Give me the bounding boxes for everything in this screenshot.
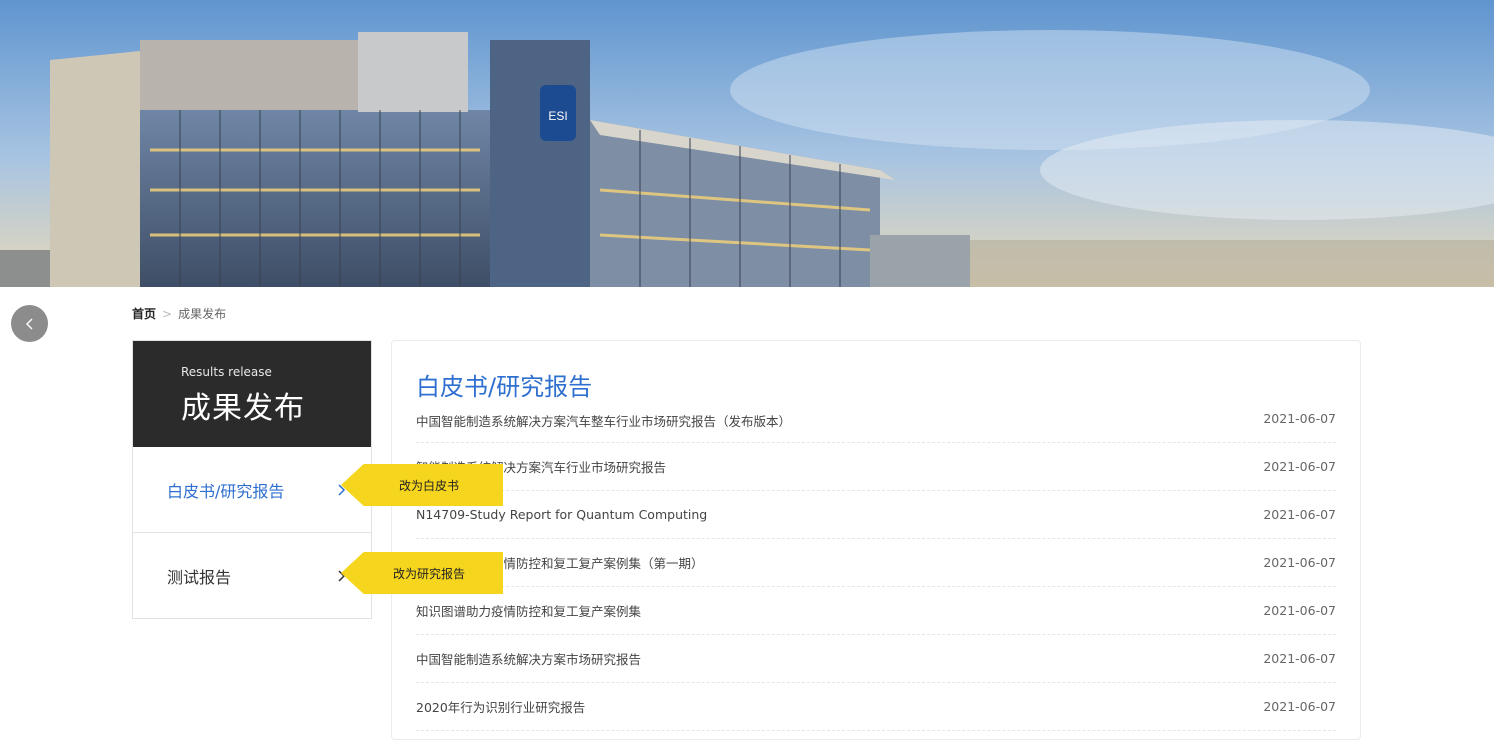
article-date: 2021-06-07 — [1263, 411, 1336, 426]
article-date: 2021-06-07 — [1263, 603, 1336, 618]
list-item[interactable]: 中国智能制造系统解决方案汽车整车行业市场研究报告（发布版本） 2021-06-0… — [416, 411, 1336, 443]
breadcrumb-home-link[interactable]: 首页 — [132, 305, 156, 322]
sidebar-item-label: 测试报告 — [167, 567, 232, 587]
chevron-left-icon — [25, 318, 32, 329]
header-banner-image: ESI — [0, 0, 1494, 287]
sidebar-title-en: Results release — [181, 365, 272, 379]
sidebar-item-whitepaper[interactable]: 白皮书/研究报告 — [133, 447, 371, 533]
sidebar-header: Results release 成果发布 — [133, 341, 371, 447]
article-date: 2021-06-07 — [1263, 651, 1336, 666]
sidebar-title-cn: 成果发布 — [181, 391, 305, 426]
article-title-link[interactable]: N14709-Study Report for Quantum Computin… — [416, 507, 707, 522]
annotation-tooltip: 改为研究报告 — [341, 552, 503, 594]
sidebar-item-test-report[interactable]: 测试报告 — [133, 533, 371, 619]
sidebar-item-label: 白皮书/研究报告 — [167, 481, 285, 501]
page-title: 白皮书/研究报告 — [416, 373, 593, 401]
list-item[interactable]: 智能制造系统解决方案汽车行业市场研究报告 2021-06-07 — [416, 443, 1336, 491]
article-date: 2021-06-07 — [1263, 555, 1336, 570]
back-button[interactable] — [11, 305, 48, 342]
article-date: 2021-06-07 — [1263, 459, 1336, 474]
logo-text: ESI — [548, 109, 567, 123]
list-item[interactable]: 知识图谱助力疫情防控和复工复产案例集 2021-06-07 — [416, 587, 1336, 635]
annotation-tooltip: 改为白皮书 — [341, 464, 503, 506]
main-content-panel: 白皮书/研究报告 中国智能制造系统解决方案汽车整车行业市场研究报告（发布版本） … — [391, 340, 1361, 740]
breadcrumb-current: 成果发布 — [178, 307, 227, 321]
list-item[interactable]: N14709-Study Report for Quantum Computin… — [416, 491, 1336, 539]
article-title-link[interactable]: 中国智能制造系统解决方案汽车整车行业市场研究报告（发布版本） — [416, 411, 791, 430]
list-item[interactable]: 中国智能制造系统解决方案市场研究报告 2021-06-07 — [416, 635, 1336, 683]
chevron-right-icon: > — [162, 306, 173, 321]
article-title-link[interactable]: 2020年行为识别行业研究报告 — [416, 697, 585, 716]
breadcrumb: 首页 > 成果发布 — [132, 305, 226, 322]
annotation-text: 改为白皮书 — [398, 478, 459, 493]
article-title-link[interactable]: 中国智能制造系统解决方案市场研究报告 — [416, 649, 641, 668]
article-title-link[interactable]: 知识图谱助力疫情防控和复工复产案例集 — [416, 601, 641, 620]
list-item[interactable]: 2020年行为识别行业研究报告 2021-06-07 — [416, 683, 1336, 731]
sidebar: Results release 成果发布 白皮书/研究报告 测试报告 — [132, 340, 372, 619]
list-item[interactable]: 知识图谱助力疫情防控和复工复产案例集（第一期） 2021-06-07 — [416, 539, 1336, 587]
article-date: 2021-06-07 — [1263, 699, 1336, 714]
article-date: 2021-06-07 — [1263, 507, 1336, 522]
article-list: 中国智能制造系统解决方案汽车整车行业市场研究报告（发布版本） 2021-06-0… — [416, 411, 1336, 731]
annotation-text: 改为研究报告 — [392, 566, 465, 581]
